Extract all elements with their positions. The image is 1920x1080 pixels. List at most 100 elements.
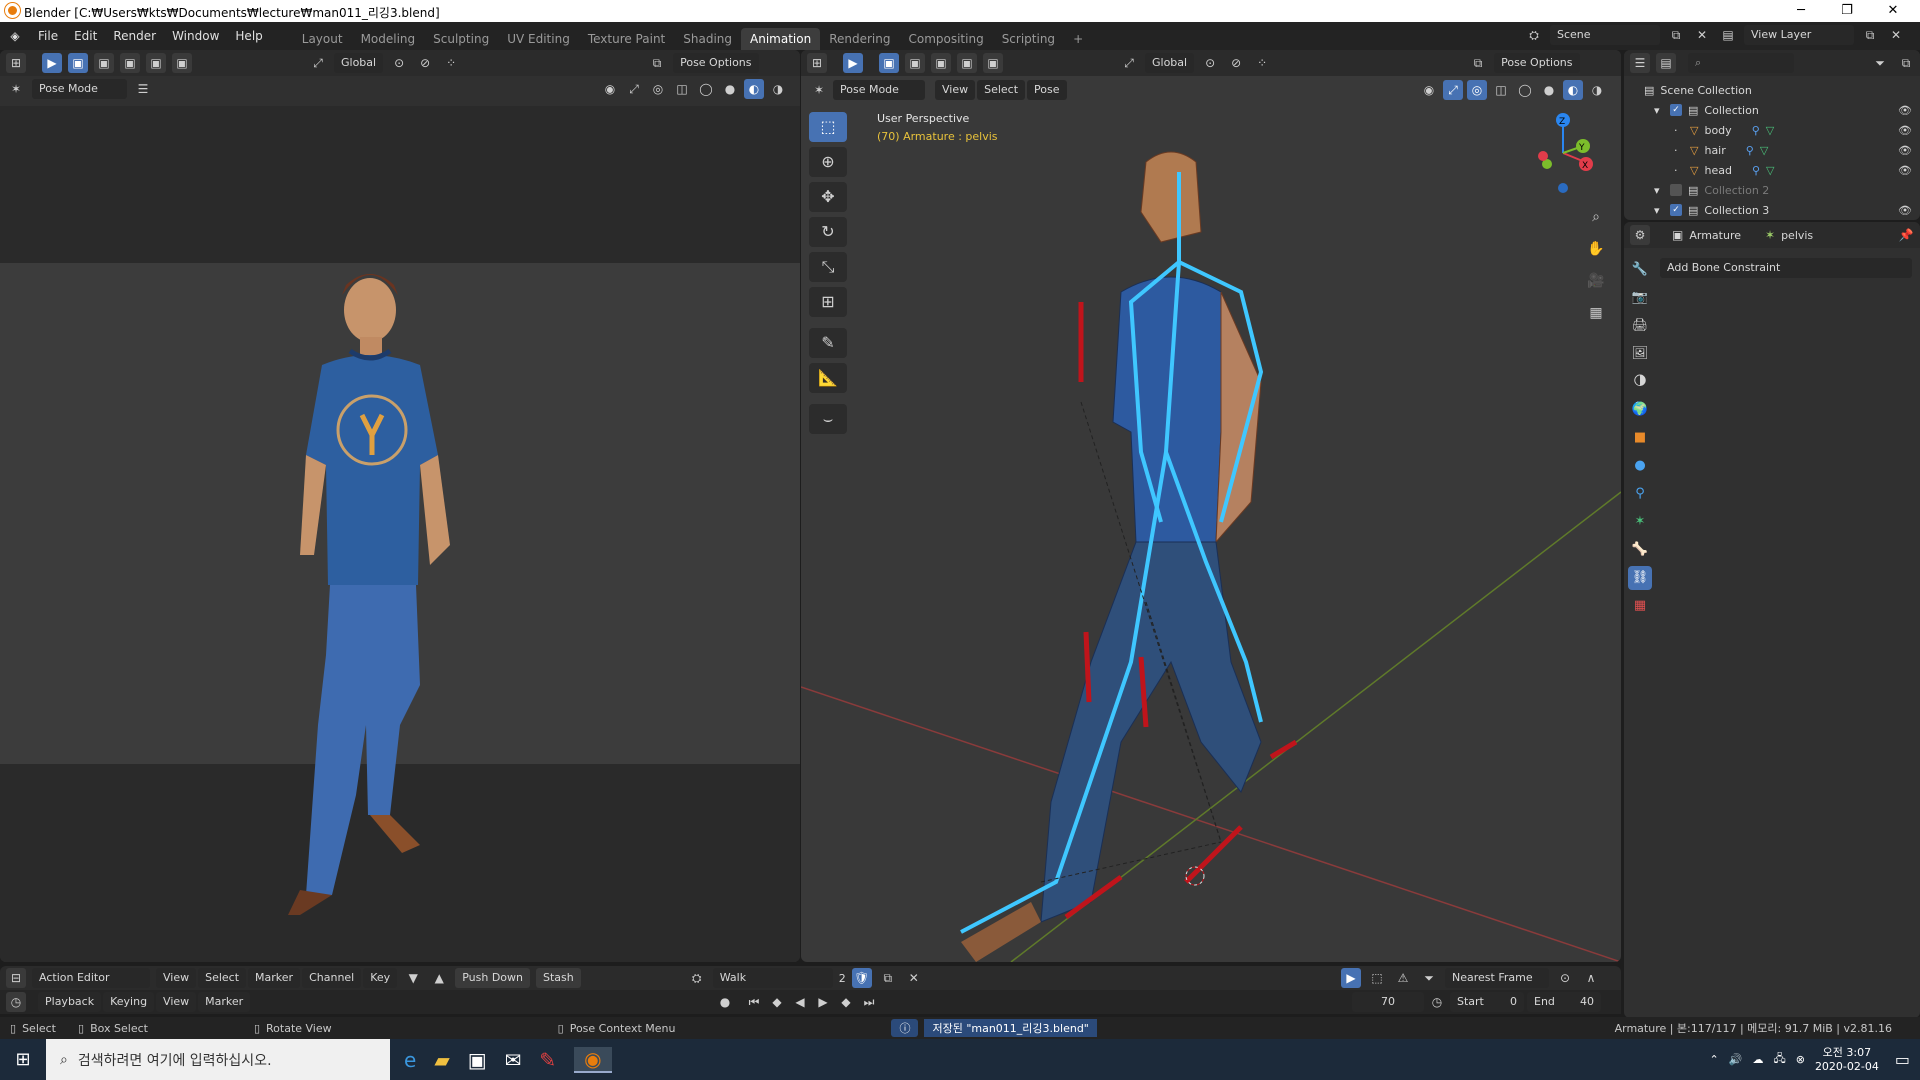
current-frame-field[interactable]: 70 bbox=[1352, 992, 1424, 1012]
prev-keyframe-icon[interactable]: ◆ bbox=[767, 992, 787, 1012]
gizmo-icon[interactable]: ⤢ bbox=[624, 79, 644, 99]
overlay-icon[interactable]: ◎ bbox=[648, 79, 668, 99]
move-tool-icon[interactable]: ✥ bbox=[809, 182, 847, 212]
outliner-item[interactable]: · ▽ body ⚲ ▽ 👁 bbox=[1644, 120, 1920, 140]
annotate-tool-icon[interactable]: ✎ bbox=[809, 328, 847, 358]
expand-arrow-icon[interactable]: · bbox=[1674, 164, 1684, 177]
xray-icon[interactable]: ◫ bbox=[672, 79, 692, 99]
xray-mirror-icon[interactable]: ⧉ bbox=[647, 53, 667, 73]
select-mode-new-icon[interactable]: ▣ bbox=[68, 53, 88, 73]
editor-type-icon[interactable]: ☰ bbox=[1630, 53, 1650, 73]
play-reverse-icon[interactable]: ◀ bbox=[790, 992, 810, 1012]
delete-scene-icon[interactable]: ✕ bbox=[1692, 25, 1712, 45]
visibility-eye-icon[interactable]: 👁 bbox=[1898, 104, 1912, 117]
viewport-menu-select[interactable]: Select bbox=[977, 80, 1026, 100]
hamburger-menu-icon[interactable]: ☰ bbox=[133, 79, 153, 99]
maximize-button[interactable]: ❐ bbox=[1824, 0, 1870, 22]
workspace-tab-compositing[interactable]: Compositing bbox=[899, 28, 992, 50]
filter-icon[interactable]: ⏷ bbox=[1870, 53, 1890, 73]
new-view-layer-icon[interactable]: ⧉ bbox=[1860, 25, 1880, 45]
workspace-tab-scripting[interactable]: Scripting bbox=[993, 28, 1064, 50]
visibility-eye-icon[interactable]: 👁 bbox=[1898, 124, 1912, 137]
camera-view-icon[interactable]: 🎥 bbox=[1583, 268, 1609, 294]
bone-tab-icon[interactable]: 🦴 bbox=[1628, 538, 1652, 562]
workspace-tab-shading[interactable]: Shading bbox=[674, 28, 741, 50]
pan-hand-icon[interactable]: ✋ bbox=[1583, 236, 1609, 262]
minimize-button[interactable]: ─ bbox=[1778, 0, 1824, 22]
modifier-tab-icon[interactable]: ● bbox=[1628, 454, 1652, 478]
expand-arrow-icon[interactable]: ▾ bbox=[1654, 184, 1664, 197]
timeline-menu-marker[interactable]: Marker bbox=[198, 992, 251, 1012]
jump-end-icon[interactable]: ⏭ bbox=[859, 992, 879, 1012]
dopesheet-menu-channel[interactable]: Channel bbox=[302, 968, 362, 988]
editor-type-icon[interactable]: ⊞ bbox=[807, 53, 827, 73]
workspace-tab-sculpting[interactable]: Sculpting bbox=[424, 28, 498, 50]
jump-start-icon[interactable]: ⏮ bbox=[744, 992, 764, 1012]
select-box-tool-icon[interactable]: ⬚ bbox=[809, 112, 847, 142]
end-frame-field[interactable]: End 40 bbox=[1527, 992, 1601, 1012]
scale-tool-icon[interactable]: ⤡ bbox=[809, 252, 847, 282]
edge-browser-icon[interactable]: e bbox=[404, 1048, 416, 1072]
select-mode-intersect-icon[interactable]: ▣ bbox=[172, 53, 192, 73]
filters-icon[interactable]: ⏷ bbox=[1419, 968, 1439, 988]
blender-taskbar-icon[interactable]: ◉ bbox=[574, 1046, 612, 1073]
bone-constraint-tab-icon[interactable]: ⛓ bbox=[1628, 566, 1652, 590]
rendered-shading-icon[interactable]: ◑ bbox=[1587, 80, 1607, 100]
editor-type-icon[interactable]: ⚙ bbox=[1630, 225, 1650, 245]
visibility-eye-icon[interactable]: 👁 bbox=[1898, 164, 1912, 177]
add-bone-constraint-dropdown[interactable]: Add Bone Constraint bbox=[1660, 258, 1912, 278]
visibility-eye-icon[interactable]: 👁 bbox=[1898, 144, 1912, 157]
snap-icon[interactable]: ⊘ bbox=[1226, 53, 1246, 73]
expand-arrow-icon[interactable]: · bbox=[1674, 124, 1684, 137]
navigation-gizmo[interactable]: Z X Y bbox=[1519, 108, 1609, 198]
wireframe-shading-icon[interactable]: ◯ bbox=[1515, 80, 1535, 100]
rendered-shading-icon[interactable]: ◑ bbox=[768, 79, 788, 99]
mode-dropdown[interactable]: Pose Mode bbox=[833, 80, 925, 100]
viewport-menu-view[interactable]: View bbox=[935, 80, 976, 100]
timeline-menu-playback[interactable]: Playback bbox=[38, 992, 102, 1012]
select-mode-intersect-icon[interactable]: ▣ bbox=[983, 53, 1003, 73]
snap-mode-dropdown[interactable]: Nearest Frame bbox=[1445, 968, 1549, 988]
timeline-menu-keying[interactable]: Keying bbox=[103, 992, 155, 1012]
menu-window[interactable]: Window bbox=[164, 22, 227, 50]
clock[interactable]: 오전 3:07 2020-02-04 bbox=[1815, 1046, 1879, 1074]
pivot-icon[interactable]: ⊙ bbox=[389, 53, 409, 73]
output-tab-icon[interactable]: 🖨 bbox=[1628, 314, 1652, 338]
zoom-icon[interactable]: ⌕ bbox=[1583, 204, 1609, 230]
exclude-checkbox[interactable] bbox=[1670, 184, 1682, 196]
dopesheet-menu-view[interactable]: View bbox=[156, 968, 197, 988]
scene-tab-icon[interactable]: 🌗 bbox=[1628, 370, 1652, 394]
windows-start-icon[interactable]: ⊞ bbox=[0, 1049, 46, 1070]
add-workspace-button[interactable]: + bbox=[1064, 28, 1092, 50]
ortho-grid-icon[interactable]: ▦ bbox=[1583, 300, 1609, 326]
volume-icon[interactable]: 🔊 bbox=[1729, 1053, 1743, 1066]
new-scene-icon[interactable]: ⧉ bbox=[1666, 25, 1686, 45]
push-down-button[interactable]: Push Down bbox=[455, 968, 530, 988]
menu-edit[interactable]: Edit bbox=[66, 22, 105, 50]
select-mode-extend-icon[interactable]: ▣ bbox=[905, 53, 925, 73]
xray-icon[interactable]: ◫ bbox=[1491, 80, 1511, 100]
blender-menu-icon[interactable]: ◈ bbox=[0, 29, 30, 43]
onedrive-icon[interactable]: ☁ bbox=[1752, 1053, 1763, 1066]
select-mode-subtract-icon[interactable]: ▣ bbox=[120, 53, 140, 73]
workspace-tab-rendering[interactable]: Rendering bbox=[820, 28, 899, 50]
interpolation-icon[interactable]: ∧ bbox=[1581, 968, 1601, 988]
workspace-tab-uv-editing[interactable]: UV Editing bbox=[498, 28, 579, 50]
view-layer-selector[interactable]: View Layer bbox=[1744, 25, 1854, 45]
delete-view-layer-icon[interactable]: ✕ bbox=[1886, 25, 1906, 45]
xray-mirror-icon[interactable]: ⧉ bbox=[1468, 53, 1488, 73]
expand-arrow-icon[interactable]: ▾ bbox=[1654, 204, 1664, 217]
store-icon[interactable]: ▣ bbox=[468, 1048, 487, 1072]
start-frame-field[interactable]: Start 0 bbox=[1450, 992, 1524, 1012]
stash-button[interactable]: Stash bbox=[535, 968, 581, 988]
action-name-field[interactable]: Walk bbox=[712, 968, 833, 988]
snap-icon[interactable]: ⊘ bbox=[415, 53, 435, 73]
editor-type-icon[interactable]: ⊞ bbox=[6, 53, 26, 73]
pose-options-dropdown[interactable]: Pose Options bbox=[673, 53, 759, 73]
new-collection-icon[interactable]: ⧉ bbox=[1896, 53, 1916, 73]
view-layer-tab-icon[interactable]: 🖼 bbox=[1628, 342, 1652, 366]
mode-dropdown[interactable]: Pose Mode bbox=[32, 79, 127, 99]
texture-tab-icon[interactable]: ▦ bbox=[1628, 594, 1652, 618]
camera-viewport[interactable]: ⊞ ▶ ▣ ▣ ▣ ▣ ▣ ⤢ Global ⊙ ⊘ ⁘ ⧉ Pose Opti… bbox=[0, 50, 800, 962]
outliner-item[interactable]: · ▽ hair ⚲ ▽ 👁 bbox=[1644, 140, 1920, 160]
